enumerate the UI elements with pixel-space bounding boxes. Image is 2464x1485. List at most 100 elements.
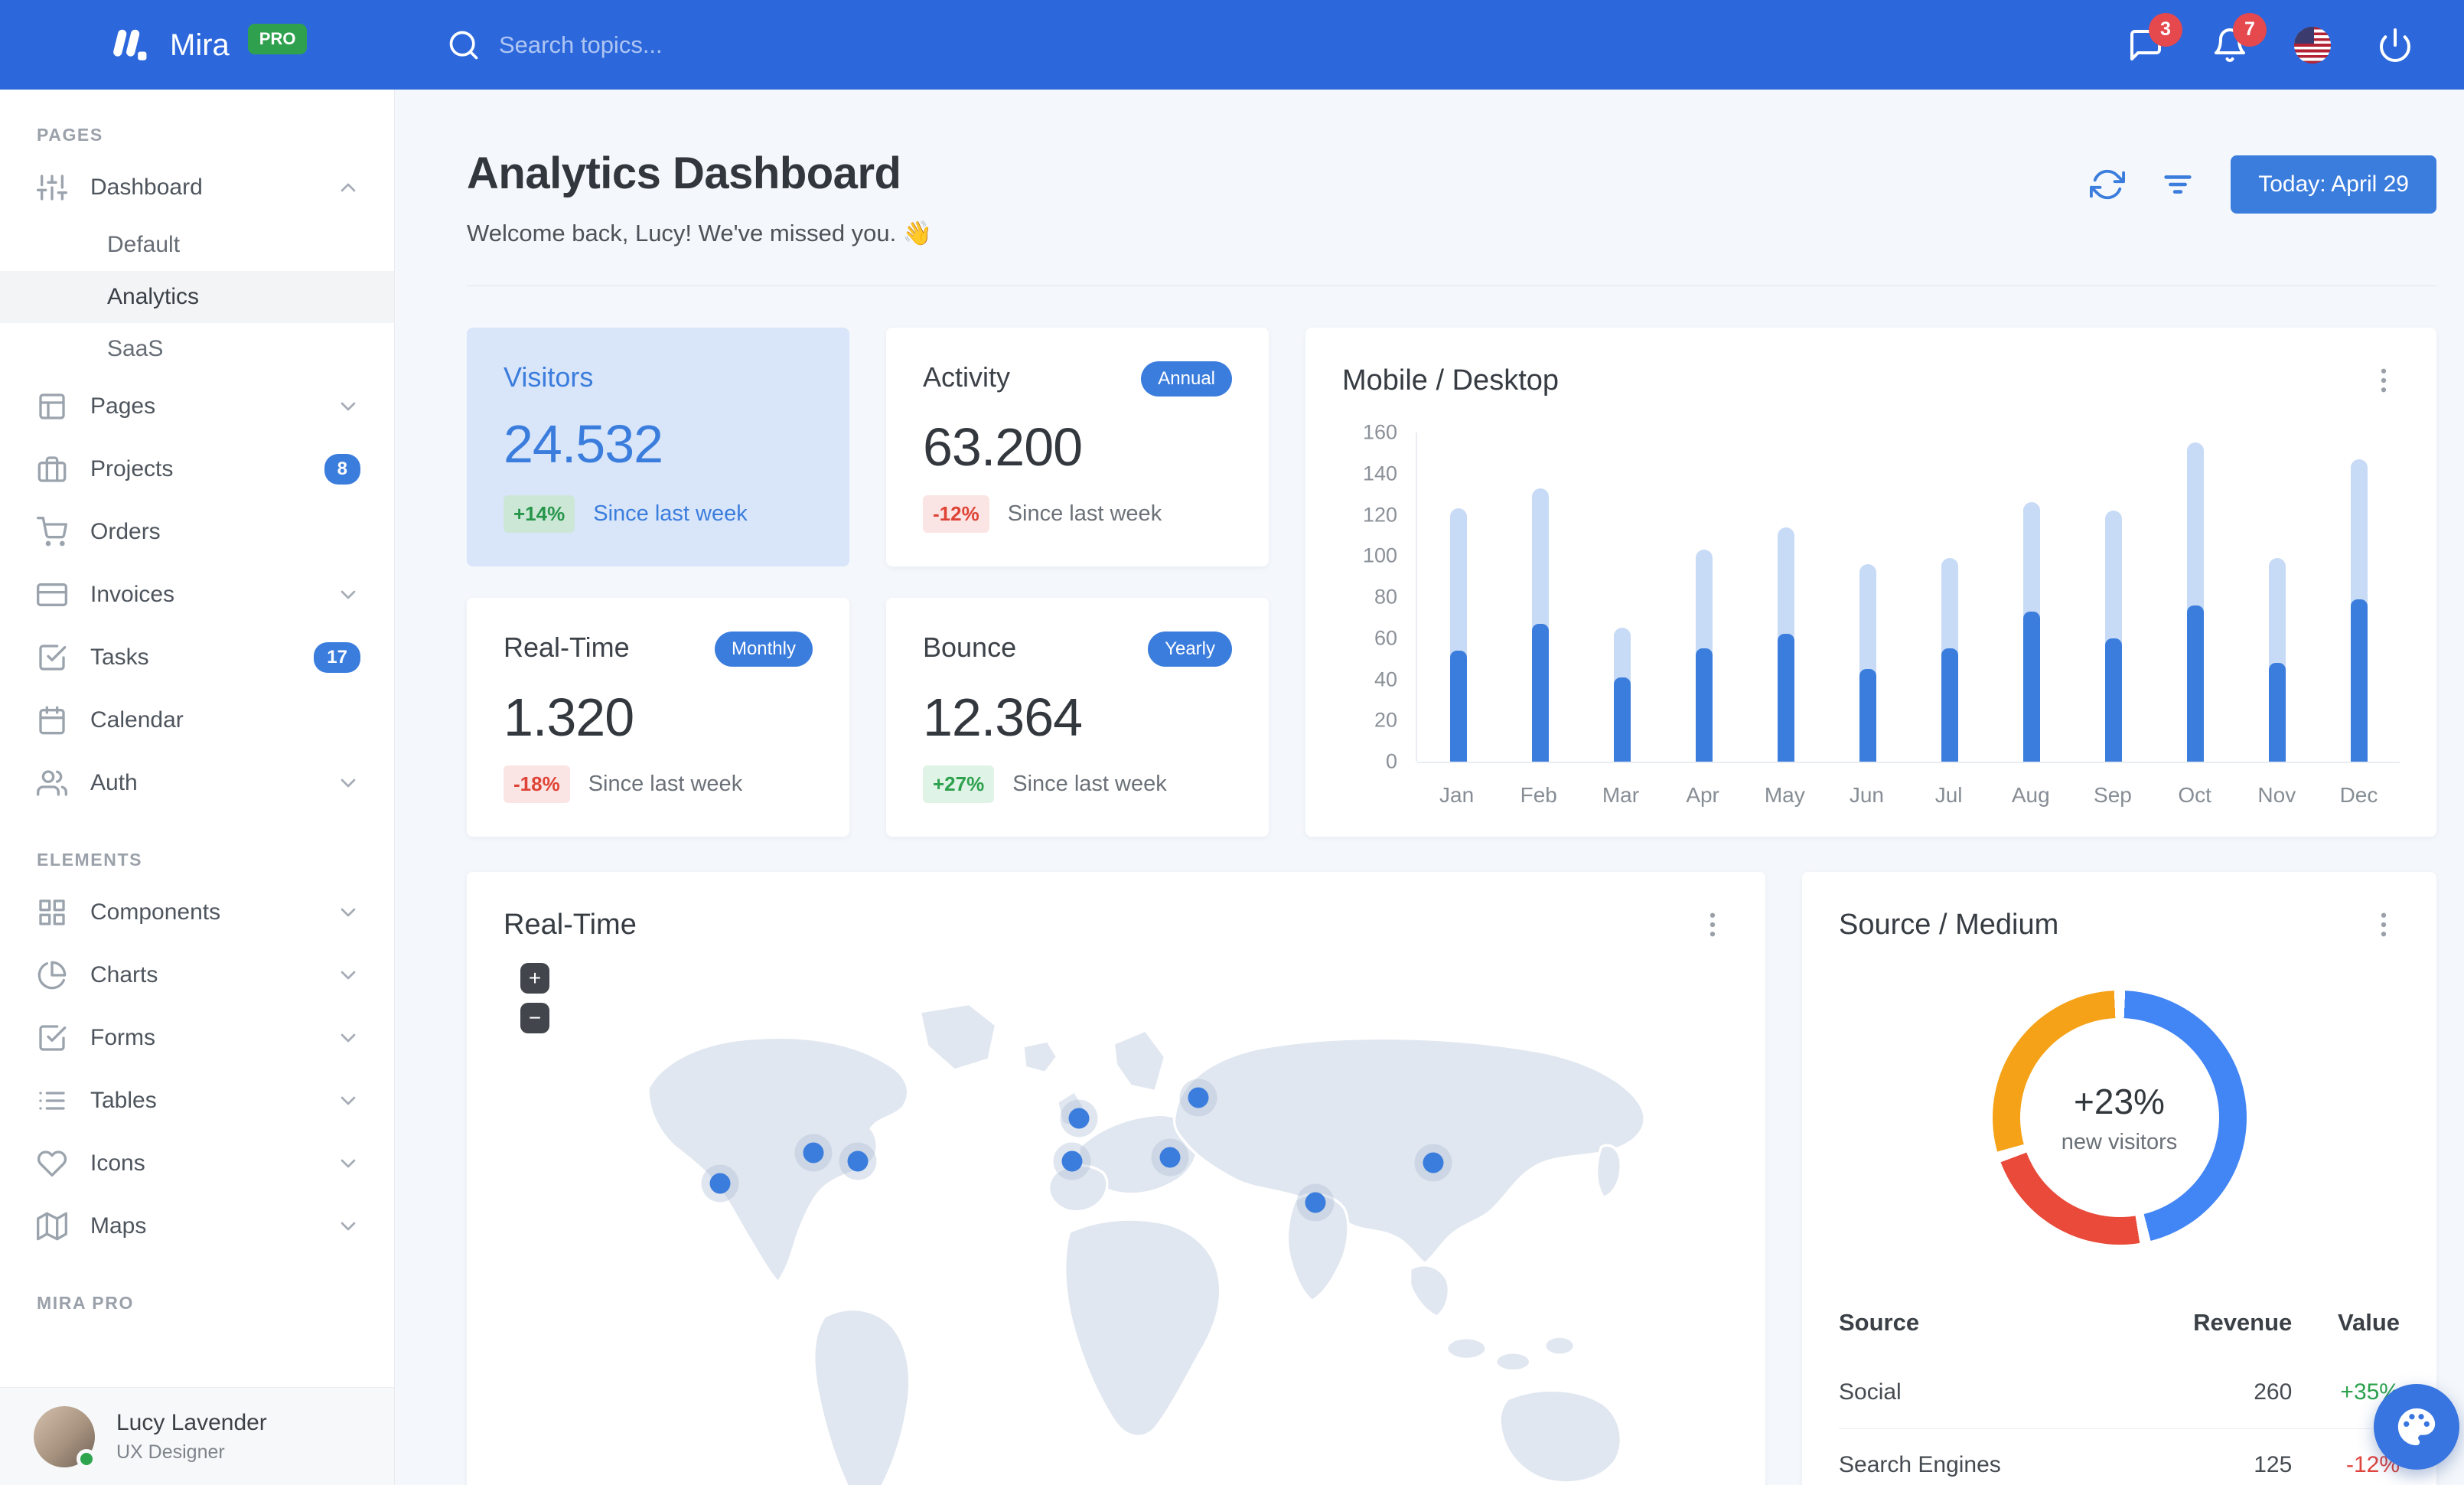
- stat-note: Since last week: [1012, 772, 1167, 796]
- table-row-search-engines: Search Engines 125 -12%: [1839, 1428, 2400, 1485]
- y-axis-tick: 20: [1374, 708, 1397, 732]
- sidebar-item-invoices[interactable]: Invoices: [0, 563, 394, 626]
- stat-period-pill[interactable]: Annual: [1141, 361, 1232, 397]
- x-axis-label: May: [1764, 783, 1805, 807]
- chart-menu-button[interactable]: [2368, 364, 2400, 399]
- search-input[interactable]: [499, 31, 927, 59]
- stat-note: Since last week: [593, 501, 748, 526]
- cell-revenue: 125: [2120, 1428, 2293, 1485]
- world-map: + −: [504, 961, 1729, 1485]
- messages-count-badge: 3: [2149, 12, 2182, 47]
- refresh-button[interactable]: [2090, 167, 2126, 202]
- stat-value: 1.320: [504, 687, 634, 747]
- notifications-button[interactable]: 7: [2210, 12, 2267, 65]
- filter-button[interactable]: [2160, 167, 2195, 202]
- more-vertical-icon: [2381, 912, 2387, 937]
- map-menu-button[interactable]: [1696, 909, 1729, 943]
- x-axis-label: Nov: [2257, 783, 2296, 807]
- sidebar-item-orders[interactable]: Orders: [0, 501, 394, 563]
- sign-out-button[interactable]: [2375, 25, 2415, 65]
- stat-title: Real-Time: [504, 632, 630, 663]
- sidebar-subitem-analytics[interactable]: Analytics: [0, 271, 394, 323]
- x-axis-label: Mar: [1602, 783, 1640, 807]
- stat-change-badge: +27%: [923, 765, 995, 803]
- bar-oct: [2154, 432, 2236, 762]
- table-header-value: Value: [2338, 1309, 2400, 1336]
- stat-cards-grid: Visitors 24.532 +14% Since last week Act…: [467, 328, 1269, 837]
- map-visitor-marker: [1159, 1147, 1181, 1168]
- realtime-map-card: Real-Time + −: [467, 872, 1765, 1485]
- stat-value: 63.200: [923, 417, 1083, 477]
- sidebar-item-icons[interactable]: Icons: [0, 1132, 394, 1195]
- cell-source: Search Engines: [1839, 1428, 2120, 1485]
- bar-may: [1745, 432, 1827, 762]
- bar-jan: [1417, 432, 1499, 762]
- chart-title: Mobile / Desktop: [1342, 364, 1560, 397]
- map-icon: [37, 1212, 67, 1241]
- language-flag-button[interactable]: [2294, 26, 2331, 64]
- stat-card-real-time: Real-Time Monthly 1.320 -18% Since last …: [467, 598, 849, 837]
- theme-palette-fab[interactable]: [2374, 1384, 2459, 1470]
- sidebar-item-auth[interactable]: Auth: [0, 752, 394, 814]
- messages-button[interactable]: 3: [2126, 12, 2182, 65]
- map-visitor-marker: [803, 1142, 824, 1164]
- sidebar-item-dashboard[interactable]: Dashboard: [0, 156, 394, 219]
- sidebar-item-tasks[interactable]: Tasks 17: [0, 626, 394, 689]
- stat-period-pill[interactable]: Monthly: [714, 632, 813, 667]
- main-content: Analytics Dashboard Welcome back, Lucy! …: [395, 90, 2464, 1485]
- more-vertical-icon: [2381, 368, 2387, 393]
- palette-icon: [2397, 1408, 2436, 1446]
- date-range-button[interactable]: Today: April 29: [2231, 155, 2436, 214]
- page-subtitle: Welcome back, Lucy! We've missed you. 👋: [467, 220, 933, 246]
- heart-icon: [37, 1150, 67, 1177]
- navbar-search: [447, 28, 927, 62]
- sidebar-item-calendar[interactable]: Calendar: [0, 689, 394, 752]
- navbar-actions: 3 7: [2126, 12, 2415, 65]
- bar-aug: [1990, 432, 2072, 762]
- filter-icon: [2164, 175, 2192, 194]
- table-header-source: Source: [1839, 1309, 1920, 1336]
- bar-dec: [2318, 432, 2400, 762]
- count-badge: 17: [314, 642, 360, 673]
- zoom-out-button[interactable]: −: [520, 1003, 549, 1033]
- user-profile[interactable]: Lucy Lavender UX Designer: [0, 1387, 394, 1485]
- x-axis-label: Feb: [1520, 783, 1557, 807]
- check-square-icon: [39, 645, 67, 671]
- source-menu-button[interactable]: [2368, 909, 2400, 943]
- map-visitor-marker: [1305, 1192, 1326, 1213]
- table-header-revenue: Revenue: [2193, 1309, 2293, 1336]
- sidebar-item-maps[interactable]: Maps: [0, 1195, 394, 1258]
- avatar: [34, 1405, 96, 1469]
- sidebar-item-label: Dashboard: [90, 175, 203, 200]
- users-icon: [37, 770, 67, 796]
- source-donut-chart: +23% new visitors: [1992, 991, 2247, 1245]
- sidebar-item-charts[interactable]: Charts: [0, 944, 394, 1007]
- sidebar-item-pages[interactable]: Pages: [0, 375, 394, 438]
- x-axis-label: Dec: [2339, 783, 2378, 807]
- sidebar-item-label: Invoices: [90, 582, 175, 607]
- stat-period-pill[interactable]: Yearly: [1148, 632, 1232, 667]
- source-medium-card: Source / Medium +23% new visitors Source…: [1802, 872, 2436, 1485]
- bar-feb: [1499, 432, 1581, 762]
- map-zoom-controls: + −: [520, 963, 549, 1033]
- sidebar-item-forms[interactable]: Forms: [0, 1007, 394, 1069]
- sidebar-item-tables[interactable]: Tables: [0, 1069, 394, 1132]
- sidebar-subitem-saas[interactable]: SaaS: [0, 323, 394, 375]
- sidebar-item-projects[interactable]: Projects 8: [0, 438, 394, 501]
- x-axis-label: Jun: [1849, 783, 1885, 807]
- chevron-down-icon: [341, 1222, 356, 1231]
- stat-change-badge: +14%: [504, 495, 575, 533]
- calendar-icon: [39, 706, 65, 735]
- sidebar-section-mira-pro: MIRA PRO: [37, 1293, 134, 1313]
- map-title: Real-Time: [504, 909, 637, 941]
- map-visitor-marker: [1188, 1087, 1209, 1108]
- source-medium-title: Source / Medium: [1839, 909, 2059, 941]
- page-title: Analytics Dashboard: [467, 148, 901, 198]
- chevron-down-icon: [341, 402, 356, 411]
- sidebar-item-label: Icons: [90, 1150, 145, 1176]
- stat-note: Since last week: [588, 772, 743, 796]
- zoom-in-button[interactable]: +: [520, 963, 549, 994]
- stat-card-activity: Activity Annual 63.200 -12% Since last w…: [886, 328, 1269, 566]
- sidebar-item-components[interactable]: Components: [0, 881, 394, 944]
- sidebar-subitem-default[interactable]: Default: [0, 219, 394, 271]
